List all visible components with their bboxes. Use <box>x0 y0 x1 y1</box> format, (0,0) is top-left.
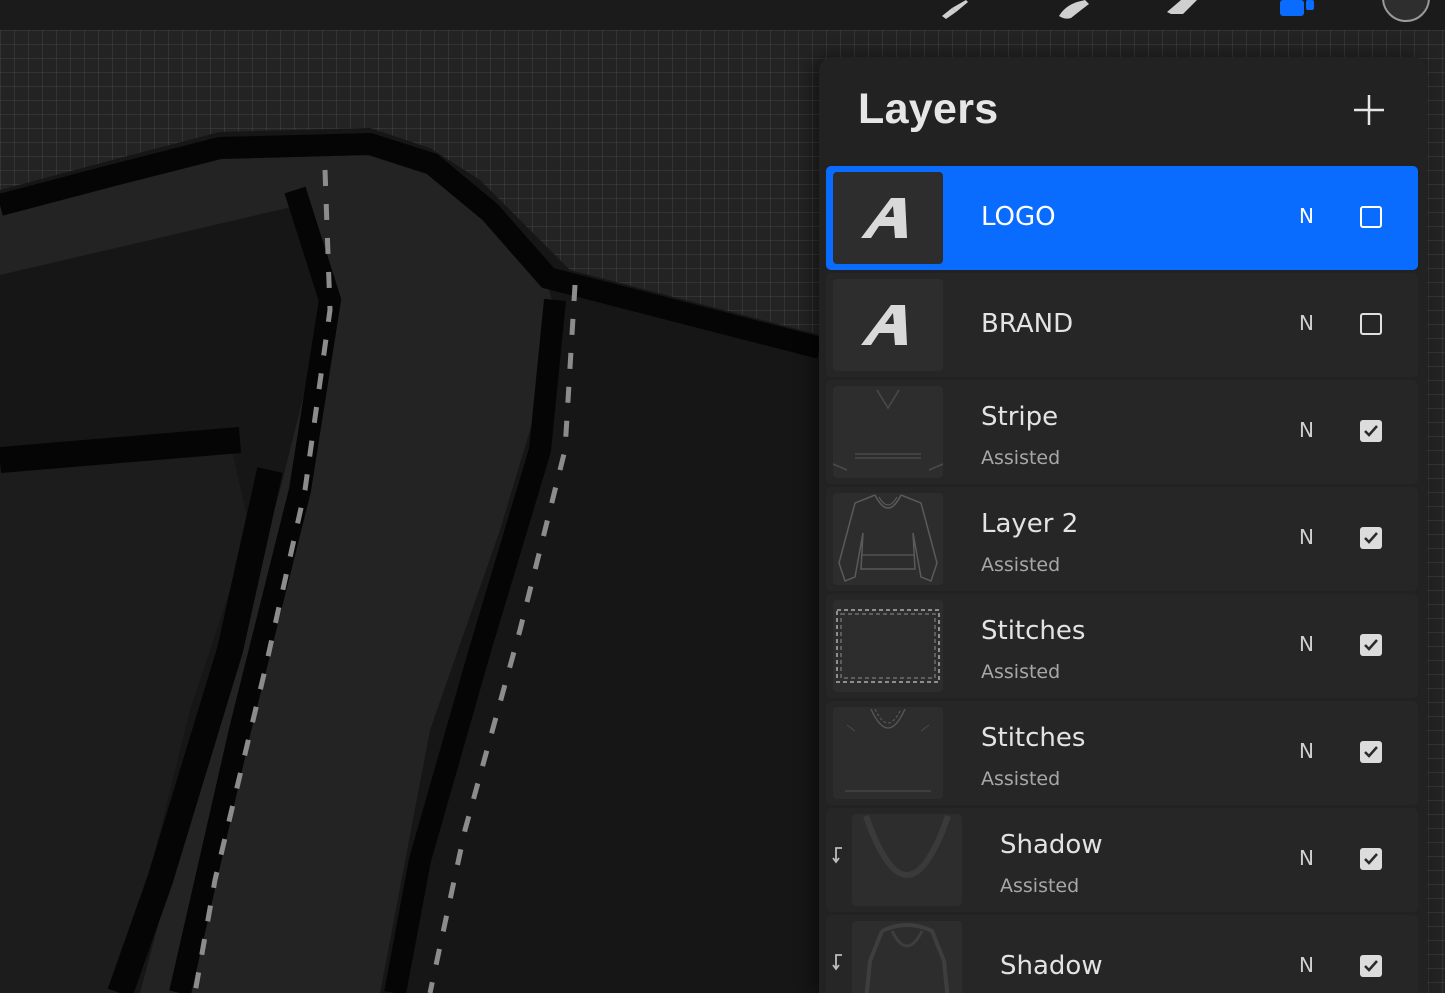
layer-name: BRAND <box>981 309 1074 339</box>
layer-name: Shadow <box>1000 830 1103 860</box>
clipping-mask-icon <box>832 847 842 864</box>
checkmark-icon <box>1364 746 1378 758</box>
blend-mode-button[interactable]: N <box>1299 311 1314 335</box>
layer-row-stitches-2[interactable]: Stitches Assisted N <box>826 701 1418 805</box>
visibility-checkbox[interactable] <box>1360 206 1382 228</box>
clipping-mask-icon <box>832 954 842 971</box>
checkmark-icon <box>1364 960 1378 972</box>
blend-mode-button[interactable]: N <box>1299 525 1314 549</box>
brush-icon[interactable] <box>940 0 970 20</box>
blend-mode-button[interactable]: N <box>1299 846 1314 870</box>
layer-thumbnail[interactable] <box>833 386 943 478</box>
stitches-collar-icon <box>845 708 931 792</box>
blend-mode-button[interactable]: N <box>1299 632 1314 656</box>
stripe-thumbnail-icon <box>833 389 943 471</box>
layer-subtitle: Assisted <box>981 447 1061 469</box>
layer-subtitle: Assisted <box>1000 875 1080 897</box>
checkmark-icon <box>1364 425 1378 437</box>
layers-icon[interactable] <box>1276 0 1318 20</box>
layer-name: Stripe <box>981 402 1059 432</box>
layer-row-shadow[interactable]: Shadow Assisted N <box>826 808 1418 912</box>
shadow-v-icon <box>863 815 951 878</box>
checkmark-icon <box>1364 639 1378 651</box>
layer-thumbnail[interactable] <box>833 707 943 799</box>
stitches-frame-icon <box>836 609 940 683</box>
visibility-checkbox[interactable] <box>1360 420 1382 442</box>
checkmark-icon <box>1364 853 1378 865</box>
layer-subtitle: Assisted <box>981 554 1061 576</box>
layer-subtitle: Assisted <box>981 661 1061 683</box>
layer-row-brand[interactable]: BRAND N <box>826 273 1418 377</box>
color-swatch-icon[interactable] <box>1380 0 1432 24</box>
panel-title: Layers <box>858 85 999 133</box>
layer-name: Shadow <box>1000 951 1103 981</box>
visibility-checkbox[interactable] <box>1360 313 1382 335</box>
layers-panel: Layers LOGO N BRAND N Stripe Assisted N … <box>819 57 1427 993</box>
layer-name: LOGO <box>981 202 1056 232</box>
shadow-body-icon <box>864 923 950 993</box>
checkmark-icon <box>1364 532 1378 544</box>
add-layer-button[interactable] <box>1352 93 1386 127</box>
visibility-checkbox[interactable] <box>1360 527 1382 549</box>
blend-mode-button[interactable]: N <box>1299 204 1314 228</box>
layer-thumbnail[interactable] <box>833 600 943 692</box>
layer-row-stripe[interactable]: Stripe Assisted N <box>826 380 1418 484</box>
blend-mode-button[interactable]: N <box>1299 739 1314 763</box>
layer-subtitle: Assisted <box>981 768 1061 790</box>
blend-mode-button[interactable]: N <box>1299 953 1314 977</box>
layer-thumbnail[interactable] <box>833 279 943 371</box>
layer-row-stitches[interactable]: Stitches Assisted N <box>826 594 1418 698</box>
top-toolbar <box>0 0 1445 30</box>
text-a-icon <box>861 198 907 238</box>
visibility-checkbox[interactable] <box>1360 634 1382 656</box>
layer-thumbnail[interactable] <box>852 921 962 993</box>
smudge-icon[interactable] <box>1055 0 1093 20</box>
sweater-thumbnail-icon <box>838 494 938 582</box>
text-a-icon <box>861 305 907 345</box>
blend-mode-button[interactable]: N <box>1299 418 1314 442</box>
layer-row-shadow-2[interactable]: Shadow N <box>826 915 1418 993</box>
layer-thumbnail[interactable] <box>852 814 962 906</box>
layer-thumbnail[interactable] <box>833 172 943 264</box>
layer-row-logo[interactable]: LOGO N <box>826 166 1418 270</box>
layer-name: Stitches <box>981 616 1086 646</box>
eraser-icon[interactable] <box>1163 0 1201 20</box>
layer-row-layer-2[interactable]: Layer 2 Assisted N <box>826 487 1418 591</box>
visibility-checkbox[interactable] <box>1360 955 1382 977</box>
layer-name: Stitches <box>981 723 1086 753</box>
layer-name: Layer 2 <box>981 509 1079 539</box>
visibility-checkbox[interactable] <box>1360 848 1382 870</box>
layer-thumbnail[interactable] <box>833 493 943 585</box>
visibility-checkbox[interactable] <box>1360 741 1382 763</box>
